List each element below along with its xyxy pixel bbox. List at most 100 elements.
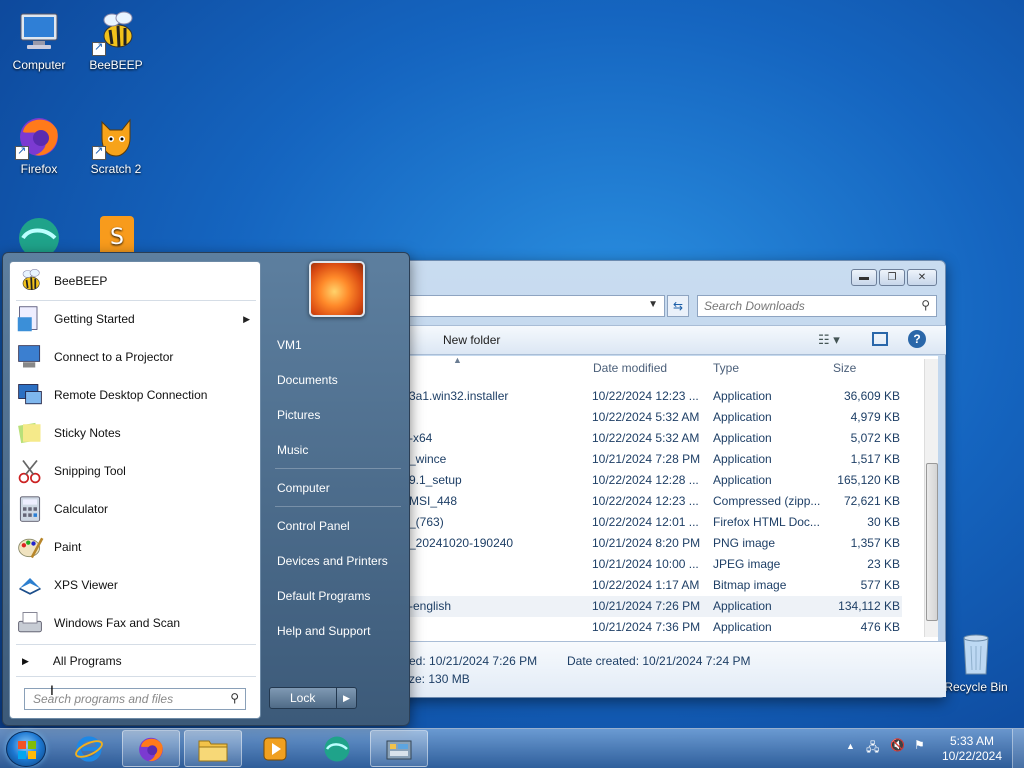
network-icon[interactable]: 🖧	[866, 738, 879, 759]
detail-date-created: Date created: 10/21/2024 7:24 PM	[567, 654, 751, 668]
bee-icon	[92, 8, 140, 56]
start-link-help-support[interactable]: Help and Support	[277, 624, 370, 638]
search-input[interactable]: Search Downloads ⚲	[697, 295, 937, 317]
start-link-devices-printers[interactable]: Devices and Printers	[277, 554, 388, 568]
address-dropdown-icon[interactable]: ▼	[648, 299, 658, 310]
desktop-icon-label: Scratch 2	[90, 162, 142, 176]
start-link-default-programs[interactable]: Default Programs	[277, 589, 370, 603]
svg-text:S: S	[110, 225, 124, 250]
start-button[interactable]	[6, 731, 46, 767]
program-paint[interactable]: Paint	[14, 530, 258, 564]
new-folder-button[interactable]: New folder	[443, 333, 500, 347]
start-search-input[interactable]: Search programs and files ⚲	[24, 688, 246, 710]
program-remote-desktop[interactable]: Remote Desktop Connection	[14, 378, 258, 412]
vertical-scrollbar[interactable]	[924, 359, 938, 637]
maximize-button[interactable]: ❐	[879, 269, 905, 286]
refresh-button[interactable]: ⇆	[667, 295, 689, 317]
divider	[275, 468, 401, 469]
control-panel-icon	[386, 740, 412, 759]
projector-icon	[14, 341, 46, 373]
start-menu: BeeBEEP Getting Started ▶ Connect to a P…	[2, 252, 410, 726]
help-icon[interactable]: ?	[908, 330, 926, 348]
remote-desktop-icon	[14, 379, 46, 411]
desktop-icon-label: Firefox	[20, 162, 58, 176]
volume-muted-icon[interactable]: 🔇	[890, 738, 905, 752]
start-link-user[interactable]: VM1	[277, 338, 302, 352]
taskbar-explorer[interactable]	[184, 730, 242, 767]
all-programs-button[interactable]: ▶ All Programs	[18, 650, 254, 672]
desktop-icon-recycle-bin[interactable]: Recycle Bin	[940, 630, 1012, 694]
divider	[16, 676, 256, 677]
globe-app-icon	[324, 736, 350, 761]
shortcut-arrow-icon	[15, 144, 29, 160]
clock-date: 10/22/2024	[941, 749, 1003, 763]
program-snipping-tool[interactable]: Snipping Tool	[14, 454, 258, 488]
divider	[275, 506, 401, 507]
start-link-music[interactable]: Music	[277, 443, 308, 457]
start-link-control-panel[interactable]: Control Panel	[277, 519, 350, 533]
detail-size: ze: 130 MB	[409, 672, 470, 686]
start-search-placeholder: Search programs and files	[33, 692, 174, 706]
program-calculator[interactable]: Calculator	[14, 492, 258, 526]
getting-started-icon	[14, 303, 46, 335]
program-connect-projector[interactable]: Connect to a Projector	[14, 340, 258, 374]
search-icon[interactable]: ⚲	[921, 298, 930, 312]
window-controls: ▬ ❐ ✕	[851, 269, 937, 286]
taskbar-control-panel[interactable]	[370, 730, 428, 767]
user-picture[interactable]	[309, 261, 365, 317]
show-hidden-icons-icon[interactable]: ▲	[846, 741, 855, 751]
clock-time: 5:33 AM	[949, 734, 995, 748]
address-bar[interactable]: ▼	[401, 295, 665, 317]
minimize-button[interactable]: ▬	[851, 269, 877, 286]
close-button[interactable]: ✕	[907, 269, 937, 286]
lock-button[interactable]: Lock ▶	[269, 687, 357, 709]
taskbar-internet-explorer[interactable]	[60, 730, 118, 767]
show-desktop-button[interactable]	[1012, 729, 1024, 768]
start-link-pictures[interactable]: Pictures	[277, 408, 320, 422]
program-fax-scan[interactable]: Windows Fax and Scan	[14, 606, 258, 640]
desktop-icon-firefox[interactable]: Firefox	[4, 112, 74, 176]
start-menu-programs-pane: BeeBEEP Getting Started ▶ Connect to a P…	[9, 261, 261, 719]
action-center-flag-icon[interactable]: ⚑	[914, 738, 925, 752]
desktop-icon-scratch[interactable]: Scratch 2	[81, 112, 151, 176]
taskbar-media-player[interactable]	[246, 730, 304, 767]
program-beebeep[interactable]: BeeBEEP	[14, 264, 258, 298]
sort-arrow-icon: ▲	[453, 355, 462, 365]
column-date-modified[interactable]: Date modified	[593, 356, 667, 380]
program-getting-started[interactable]: Getting Started ▶	[14, 302, 258, 336]
program-sticky-notes[interactable]: Sticky Notes	[14, 416, 258, 450]
xps-viewer-icon	[14, 569, 46, 601]
divider	[16, 300, 256, 301]
search-icon[interactable]: ⚲	[230, 691, 239, 705]
desktop-icon-label: Computer	[12, 58, 66, 72]
taskbar-globe-app[interactable]	[308, 730, 366, 767]
bee-icon	[14, 265, 46, 297]
desktop-icon-label: Recycle Bin	[944, 680, 1008, 694]
calculator-icon	[14, 493, 46, 525]
column-type[interactable]: Type	[713, 356, 739, 380]
column-size[interactable]: Size	[833, 356, 856, 380]
internet-explorer-icon	[75, 735, 103, 762]
start-link-computer[interactable]: Computer	[277, 481, 330, 495]
paint-icon	[14, 531, 46, 563]
start-link-documents[interactable]: Documents	[277, 373, 338, 387]
program-xps-viewer[interactable]: XPS Viewer	[14, 568, 258, 602]
change-view-icon[interactable]: ☷ ▾	[818, 332, 840, 348]
taskbar-firefox[interactable]	[122, 730, 180, 767]
fax-icon	[14, 607, 46, 639]
detail-date-modified: ed: 10/21/2024 7:26 PM	[409, 654, 538, 668]
scratch-icon	[92, 112, 140, 160]
power-options-arrow-icon[interactable]: ▶	[336, 688, 356, 708]
desktop-icon-beebeep[interactable]: BeeBEEP	[81, 8, 151, 72]
snipping-tool-icon	[14, 455, 46, 487]
firefox-icon	[139, 737, 163, 761]
text-cursor-icon: I	[50, 682, 54, 698]
taskbar-clock[interactable]: 5:33 AM 10/22/2024	[940, 734, 1004, 764]
windows-logo-icon	[18, 741, 36, 759]
divider	[16, 644, 256, 645]
expand-arrow-icon: ▶	[22, 655, 29, 666]
submenu-arrow-icon: ▶	[243, 313, 250, 324]
scrollbar-thumb[interactable]	[926, 463, 938, 621]
preview-pane-icon[interactable]	[872, 332, 888, 346]
desktop-icon-computer[interactable]: Computer	[4, 8, 74, 72]
